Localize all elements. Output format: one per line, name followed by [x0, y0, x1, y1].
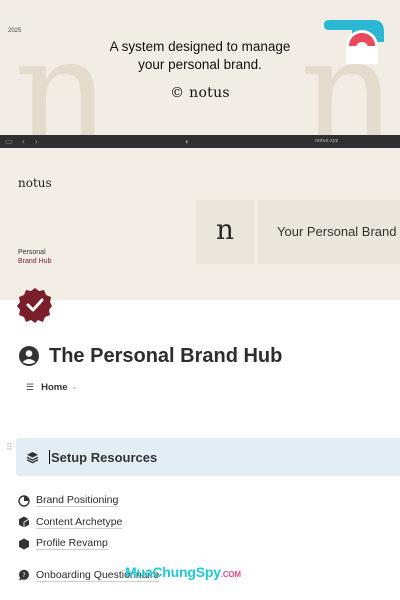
hexagon-icon	[19, 538, 29, 550]
checkmark-seal-icon[interactable]	[17, 287, 53, 323]
text-cursor	[49, 450, 50, 464]
eye-logo-icon	[324, 20, 384, 64]
list-item[interactable]: Content Archetype	[18, 512, 398, 534]
promo-year: 2025	[8, 28, 22, 34]
user-circle-icon	[19, 346, 39, 366]
chevron-left-icon[interactable]: ‹	[22, 135, 25, 148]
promo-brand: © notus	[170, 85, 230, 101]
page-title[interactable]: The Personal Brand Hub	[49, 345, 282, 368]
pie-chart-icon	[18, 495, 30, 507]
list-item[interactable]: Profile Revamp	[18, 533, 398, 555]
url-bar[interactable]: notus.xyz	[315, 135, 338, 148]
promo-banner: n n 2025 A system designed to manage you…	[0, 0, 400, 135]
cover-side-label: Personal	[18, 249, 46, 256]
link-profile-revamp[interactable]: Profile Revamp	[36, 537, 108, 551]
menu-icon: ☰	[26, 381, 35, 392]
link-content-archetype[interactable]: Content Archetype	[36, 516, 123, 529]
watermark-text: MuaChungSpy	[125, 564, 221, 580]
page-cover: notus n Your Personal Brand Personal Bra…	[0, 148, 400, 300]
watermark-suffix: .COM	[220, 570, 241, 579]
chevron-right-icon[interactable]: ›	[35, 135, 38, 148]
sidebar-toggle-icon[interactable]: ▭	[5, 135, 13, 148]
browser-toolbar: ▭ ‹ › ◐ notus.xyz	[0, 135, 400, 148]
shield-half-icon[interactable]: ◐	[185, 135, 190, 148]
chevron-down-icon[interactable]: ⌄	[71, 383, 77, 391]
cover-side-label-accent: Brand Hub	[18, 258, 52, 265]
promo-tagline: A system designed to manage your persona…	[109, 39, 291, 72]
link-brand-positioning[interactable]: Brand Positioning	[36, 494, 119, 508]
cover-letter-tile: n	[196, 200, 254, 264]
cover-title-tile: Your Personal Brand	[258, 200, 400, 264]
chat-bubble-icon: ?	[19, 570, 29, 581]
layers-icon	[26, 451, 39, 463]
drag-handle-icon[interactable]: ⠿	[6, 442, 13, 453]
list-item[interactable]: Brand Positioning	[18, 490, 398, 512]
callout-label[interactable]: Setup Resources	[51, 450, 157, 465]
decorative-letter: n	[14, 6, 111, 135]
cube-icon	[19, 516, 30, 528]
setup-resources-callout[interactable]: Setup Resources	[16, 438, 400, 476]
home-label[interactable]: Home	[41, 382, 67, 393]
watermark: MuaChungSpy.COM	[125, 564, 241, 580]
page-title-row: The Personal Brand Hub	[18, 342, 282, 370]
svg-text:?: ?	[22, 571, 25, 579]
home-nav[interactable]: ☰ Home ⌄	[26, 380, 77, 394]
cover-wordmark: notus	[18, 176, 52, 190]
